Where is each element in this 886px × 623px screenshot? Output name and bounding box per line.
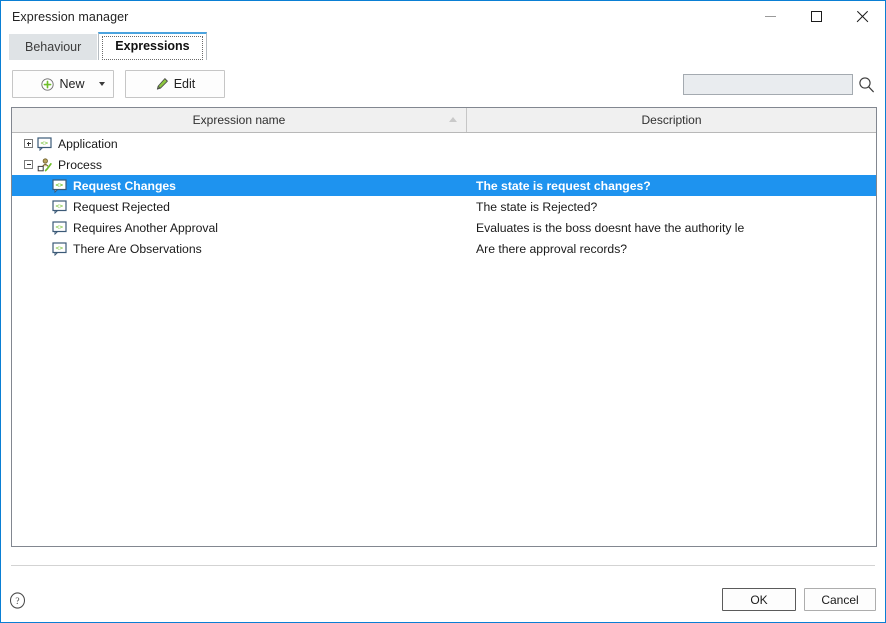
row-name-label: Request Rejected — [73, 199, 170, 214]
expression-rows: <> Application Process <> Request Change… — [12, 133, 876, 259]
row-name-cell: <> Request Rejected — [12, 200, 467, 214]
row-description-cell: Are there approval records? — [476, 241, 628, 256]
search-icon[interactable] — [858, 76, 875, 93]
expand-collapse-icon[interactable] — [24, 139, 33, 148]
cancel-button[interactable]: Cancel — [804, 588, 876, 611]
row-description-cell: The state is Rejected? — [476, 199, 598, 214]
tab-expressions[interactable]: Expressions — [98, 32, 207, 60]
row-name-label: Request Changes — [73, 178, 176, 193]
maximize-icon — [810, 11, 822, 22]
close-icon — [856, 10, 869, 23]
expression-group-icon: <> — [37, 136, 52, 151]
column-header-description[interactable]: Description — [467, 108, 876, 132]
column-header-expression-name-label: Expression name — [192, 113, 286, 127]
close-button[interactable] — [839, 1, 885, 32]
maximize-button[interactable] — [793, 1, 839, 32]
svg-text:<>: <> — [55, 223, 63, 231]
expression-manager-window: Expression manager Behaviour Expressions — [0, 0, 886, 623]
edit-button-label: Edit — [173, 77, 196, 91]
window-controls — [747, 1, 885, 32]
cancel-button-label: Cancel — [821, 592, 859, 607]
table-row[interactable]: <> Application — [12, 133, 876, 154]
svg-text:<>: <> — [55, 244, 63, 252]
row-name-cell: <> Request Changes — [12, 179, 467, 193]
tab-behaviour[interactable]: Behaviour — [9, 34, 98, 60]
minimize-icon — [764, 16, 776, 17]
client-area: New Edit Expression name Description <> … — [1, 60, 885, 622]
row-name-cell: <> Application — [12, 137, 467, 151]
new-button-label: New — [59, 77, 85, 91]
chevron-down-icon — [99, 82, 105, 86]
title-bar: Expression manager — [1, 1, 885, 32]
expression-icon: <> — [52, 199, 67, 214]
tab-expressions-label: Expressions — [115, 39, 190, 53]
footer-separator — [11, 565, 875, 566]
minimize-button[interactable] — [747, 1, 793, 32]
table-row[interactable]: <> Requires Another Approval Evaluates i… — [12, 217, 876, 238]
plus-circle-icon — [41, 77, 55, 91]
expand-collapse-icon[interactable] — [24, 160, 33, 169]
window-title: Expression manager — [12, 9, 129, 24]
row-name-cell: <> There Are Observations — [12, 242, 467, 256]
expression-icon: <> — [52, 178, 67, 193]
row-name-label: Requires Another Approval — [73, 220, 218, 235]
table-row[interactable]: Process — [12, 154, 876, 175]
row-name-cell: <> Requires Another Approval — [12, 221, 467, 235]
edit-button-content: Edit — [155, 77, 196, 91]
pencil-icon — [156, 78, 168, 90]
column-header-expression-name[interactable]: Expression name — [12, 108, 467, 132]
sort-ascending-icon — [449, 117, 457, 122]
tab-behaviour-label: Behaviour — [25, 40, 82, 54]
expression-icon: <> — [52, 220, 67, 235]
svg-text:<>: <> — [55, 181, 63, 189]
search-input[interactable] — [683, 73, 853, 95]
help-icon[interactable]: ? — [9, 592, 26, 609]
row-name-cell: Process — [12, 158, 467, 172]
toolbar: New Edit — [12, 70, 875, 98]
table-row[interactable]: <> Request Rejected The state is Rejecte… — [12, 196, 876, 217]
expression-icon: <> — [52, 241, 67, 256]
ok-button-label: OK — [750, 592, 768, 607]
svg-text:<>: <> — [40, 139, 48, 147]
row-description-cell: The state is request changes? — [476, 178, 651, 193]
ok-button[interactable]: OK — [722, 588, 796, 611]
process-check-icon — [37, 157, 52, 171]
new-button-content: New — [41, 77, 85, 91]
svg-text:?: ? — [15, 597, 19, 607]
table-row[interactable]: <> Request Changes The state is request … — [12, 175, 876, 196]
tab-strip: Behaviour Expressions — [1, 32, 885, 60]
search-area — [683, 70, 875, 98]
new-button[interactable]: New — [12, 70, 114, 98]
row-name-label: Process — [58, 157, 103, 172]
svg-text:<>: <> — [55, 202, 63, 210]
column-headers: Expression name Description — [12, 108, 876, 133]
expression-list-panel: Expression name Description <> Applicati… — [11, 107, 877, 547]
column-header-description-label: Description — [641, 113, 702, 127]
new-dropdown-button[interactable] — [90, 71, 113, 97]
table-row[interactable]: <> There Are Observations Are there appr… — [12, 238, 876, 259]
edit-button[interactable]: Edit — [125, 70, 225, 98]
row-name-label: Application — [58, 136, 118, 151]
row-description-cell: Evaluates is the boss doesnt have the au… — [476, 220, 745, 235]
footer-bar: ? OK Cancel — [1, 584, 885, 622]
row-name-label: There Are Observations — [73, 241, 202, 256]
